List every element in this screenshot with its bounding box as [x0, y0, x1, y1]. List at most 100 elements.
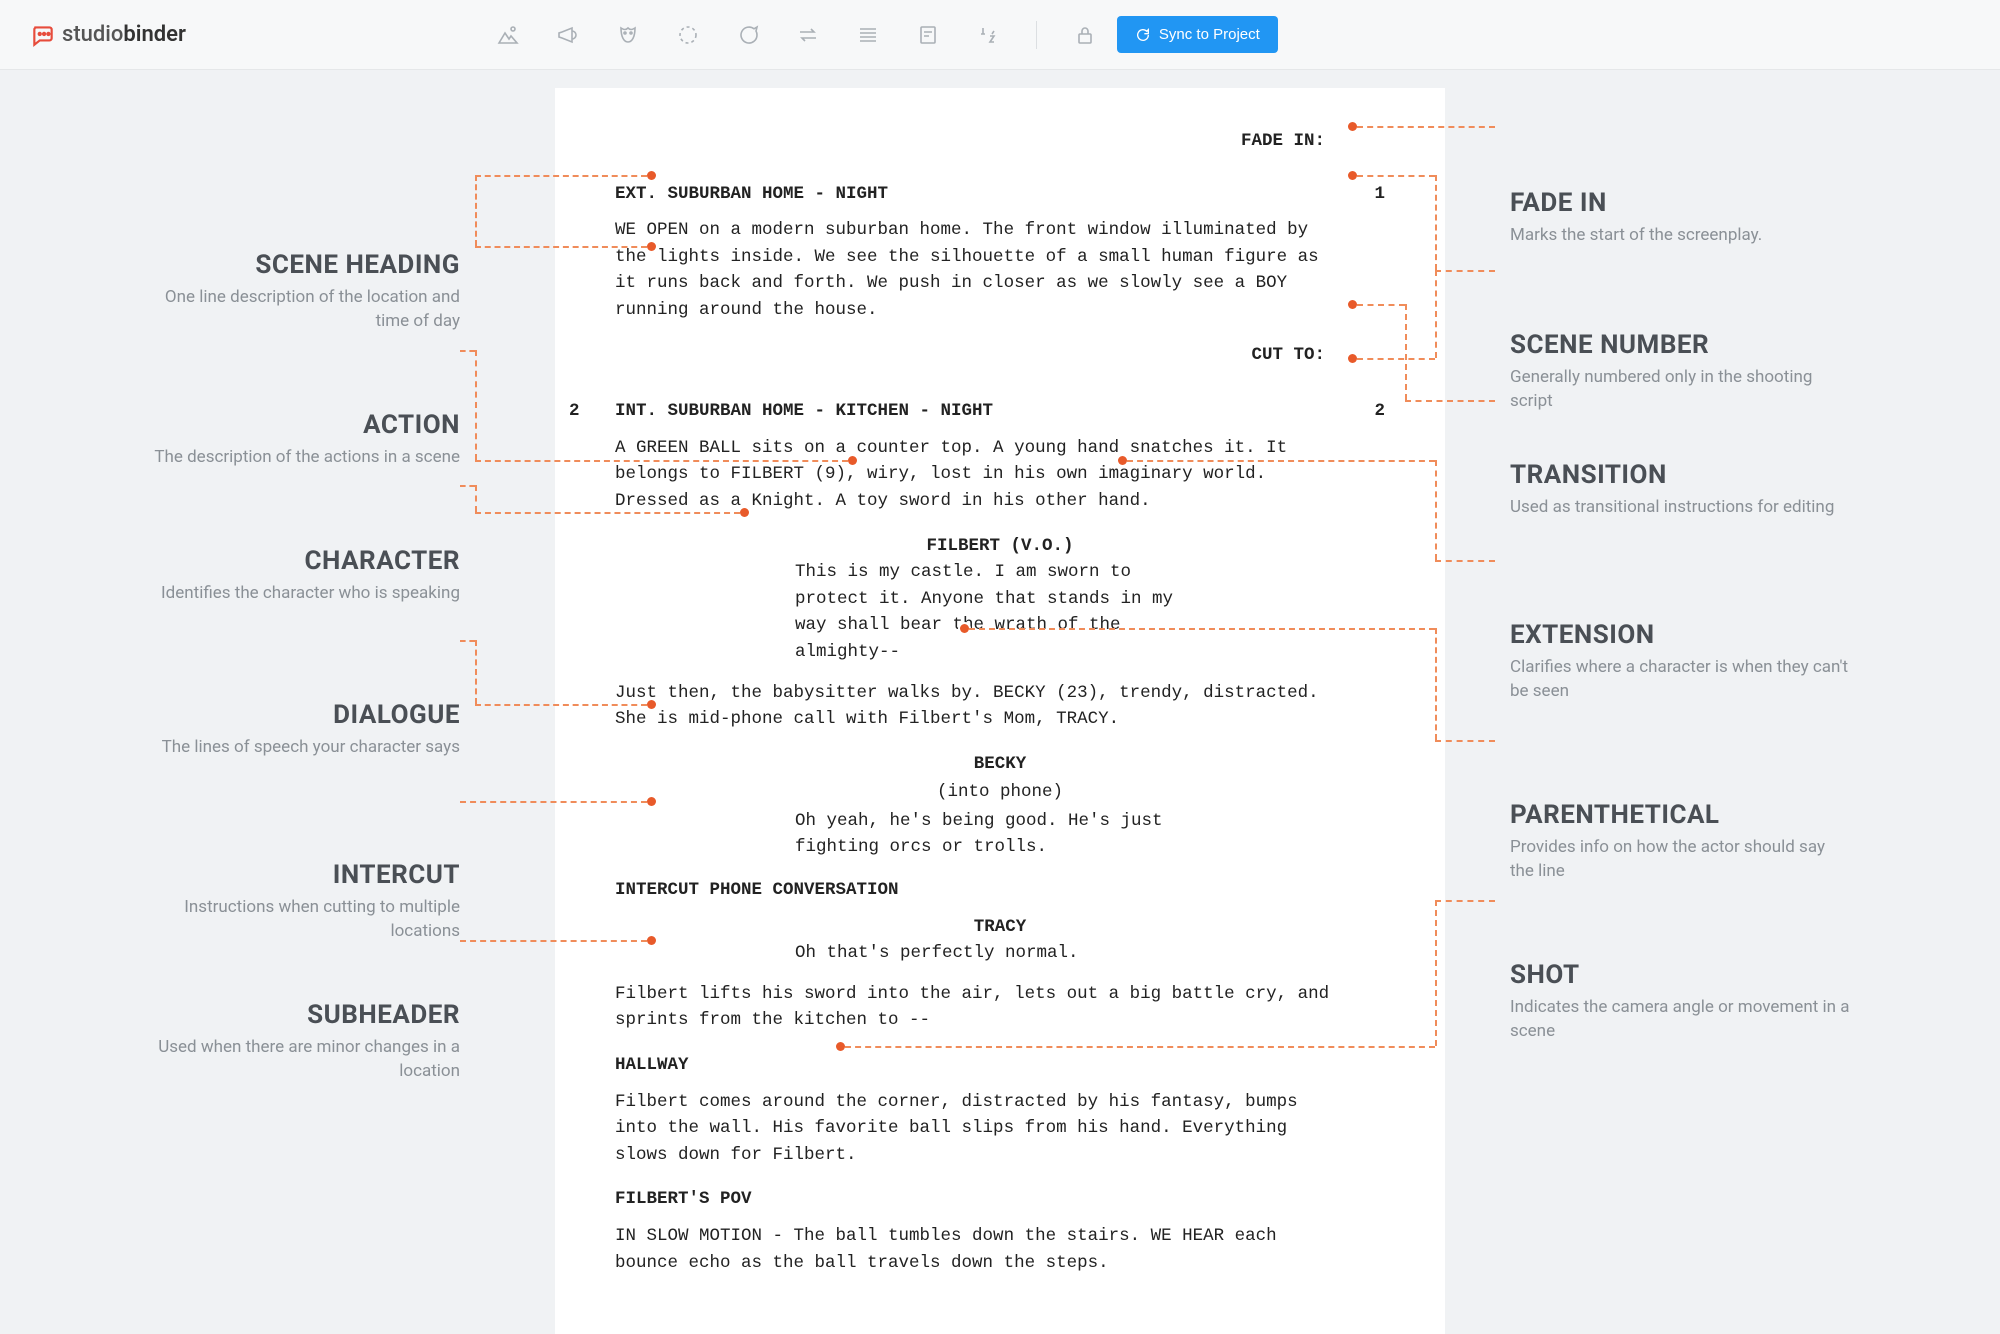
anno-desc: One line description of the location and…: [140, 286, 460, 334]
anno-fadein: FADE IN Marks the start of the screenpla…: [1510, 188, 1762, 248]
scene-number-right: 2: [1374, 398, 1385, 425]
anno-title: PARENTHETICAL: [1510, 800, 1850, 830]
dot: [1118, 456, 1127, 465]
connector: [475, 485, 477, 512]
dot: [836, 1042, 845, 1051]
dot: [1348, 354, 1357, 363]
connector: [460, 485, 475, 487]
anno-intercut: INTERCUT Instructions when cutting to mu…: [140, 860, 460, 944]
refresh-icon: [1135, 27, 1151, 43]
anno-scene-heading: SCENE HEADING One line description of th…: [140, 250, 460, 334]
character-filbert: FILBERT (V.O.): [615, 533, 1385, 560]
dot: [740, 508, 749, 517]
mask-icon[interactable]: [616, 23, 640, 47]
megaphone-icon[interactable]: [556, 23, 580, 47]
dot: [647, 797, 656, 806]
anno-desc: Indicates the camera angle or movement i…: [1510, 996, 1850, 1044]
dot: [1348, 122, 1357, 131]
mountain-icon[interactable]: [496, 23, 520, 47]
anno-desc: The description of the actions in a scen…: [154, 446, 460, 470]
parenthetical-becky: (into phone): [615, 779, 1385, 806]
toolbar-divider: [1036, 21, 1037, 49]
lines-icon[interactable]: [856, 23, 880, 47]
transition-1: CUT TO:: [615, 342, 1385, 369]
slug-text: INT. SUBURBAN HOME - KITCHEN - NIGHT: [615, 398, 993, 425]
dot: [647, 171, 656, 180]
script-page: FADE IN: EXT. SUBURBAN HOME - NIGHT 1 WE…: [555, 88, 1445, 1334]
anno-action: ACTION The description of the actions in…: [154, 410, 460, 470]
anno-title: FADE IN: [1510, 188, 1762, 218]
connector: [460, 350, 475, 352]
toolbar: studiobinder Sync to Project: [0, 0, 2000, 70]
anno-desc: Used as transitional instructions for ed…: [1510, 496, 1834, 520]
dialog-filbert: This is my castle. I am sworn to protect…: [795, 559, 1205, 665]
circle-icon[interactable]: [676, 23, 700, 47]
connector: [475, 640, 477, 704]
connector: [1435, 270, 1437, 358]
connector: [1357, 304, 1405, 306]
action-2a: A GREEN BALL sits on a counter top. A yo…: [615, 435, 1335, 515]
connector: [475, 175, 647, 177]
connector: [1435, 175, 1437, 270]
connector: [1435, 740, 1495, 742]
subheader-hallway: HALLWAY: [615, 1052, 1385, 1079]
sync-label: Sync to Project: [1159, 26, 1260, 43]
anno-desc: Identifies the character who is speaking: [161, 582, 460, 606]
comment-icon[interactable]: [736, 23, 760, 47]
anno-desc: Used when there are minor changes in a l…: [140, 1036, 460, 1084]
slug-text: EXT. SUBURBAN HOME - NIGHT: [615, 181, 888, 208]
action-2d: Filbert comes around the corner, distrac…: [615, 1089, 1335, 1169]
anno-title: SCENE NUMBER: [1510, 330, 1850, 360]
toolbar-icons: [496, 21, 1097, 49]
connector: [1127, 460, 1435, 462]
connector: [1405, 304, 1407, 400]
action-1: WE OPEN on a modern suburban home. The f…: [615, 217, 1335, 323]
connector: [460, 940, 647, 942]
anno-scenenum: SCENE NUMBER Generally numbered only in …: [1510, 330, 1850, 414]
dot: [1348, 171, 1357, 180]
numbers-icon[interactable]: [976, 23, 1000, 47]
connector: [475, 512, 740, 514]
anno-desc: Provides info on how the actor should sa…: [1510, 836, 1850, 884]
character-becky: BECKY: [615, 751, 1385, 778]
fade-in: FADE IN:: [615, 128, 1385, 155]
connector: [845, 1046, 1435, 1048]
dialog-becky: Oh yeah, he's being good. He's just figh…: [795, 808, 1205, 861]
logo-icon: [30, 22, 56, 48]
anno-transition: TRANSITION Used as transitional instruct…: [1510, 460, 1834, 520]
anno-title: SHOT: [1510, 960, 1850, 990]
swap-icon[interactable]: [796, 23, 820, 47]
logo[interactable]: studiobinder: [30, 22, 186, 48]
connector: [1357, 358, 1435, 360]
anno-subheader: SUBHEADER Used when there are minor chan…: [140, 1000, 460, 1084]
dot: [647, 700, 656, 709]
connector: [475, 704, 647, 706]
subheader-pov: FILBERT'S POV: [615, 1186, 1385, 1213]
anno-title: DIALOGUE: [162, 700, 460, 730]
main: FADE IN: EXT. SUBURBAN HOME - NIGHT 1 WE…: [0, 70, 2000, 1334]
anno-parenthetical: PARENTHETICAL Provides info on how the a…: [1510, 800, 1850, 884]
connector: [1435, 560, 1495, 562]
anno-title: INTERCUT: [140, 860, 460, 890]
logo-text: studiobinder: [62, 22, 186, 47]
connector: [1435, 270, 1495, 272]
connector: [460, 801, 647, 803]
anno-title: CHARACTER: [161, 546, 460, 576]
anno-title: ACTION: [154, 410, 460, 440]
anno-extension: EXTENSION Clarifies where a character is…: [1510, 620, 1850, 704]
anno-character: CHARACTER Identifies the character who i…: [161, 546, 460, 606]
scene-heading-1: EXT. SUBURBAN HOME - NIGHT 1: [615, 181, 1385, 208]
anno-title: TRANSITION: [1510, 460, 1834, 490]
scene-heading-2: 2 INT. SUBURBAN HOME - KITCHEN - NIGHT 2: [615, 398, 1385, 425]
note-icon[interactable]: [916, 23, 940, 47]
anno-dialogue: DIALOGUE The lines of speech your charac…: [162, 700, 460, 760]
action-2e: IN SLOW MOTION - The ball tumbles down t…: [615, 1223, 1335, 1276]
intercut: INTERCUT PHONE CONVERSATION: [615, 877, 1385, 904]
lock-icon[interactable]: [1073, 23, 1097, 47]
sync-button[interactable]: Sync to Project: [1117, 16, 1278, 53]
connector: [475, 175, 477, 246]
scene-number-right: 1: [1374, 181, 1385, 208]
connector: [1435, 460, 1437, 560]
dot: [960, 624, 969, 633]
anno-title: EXTENSION: [1510, 620, 1850, 650]
